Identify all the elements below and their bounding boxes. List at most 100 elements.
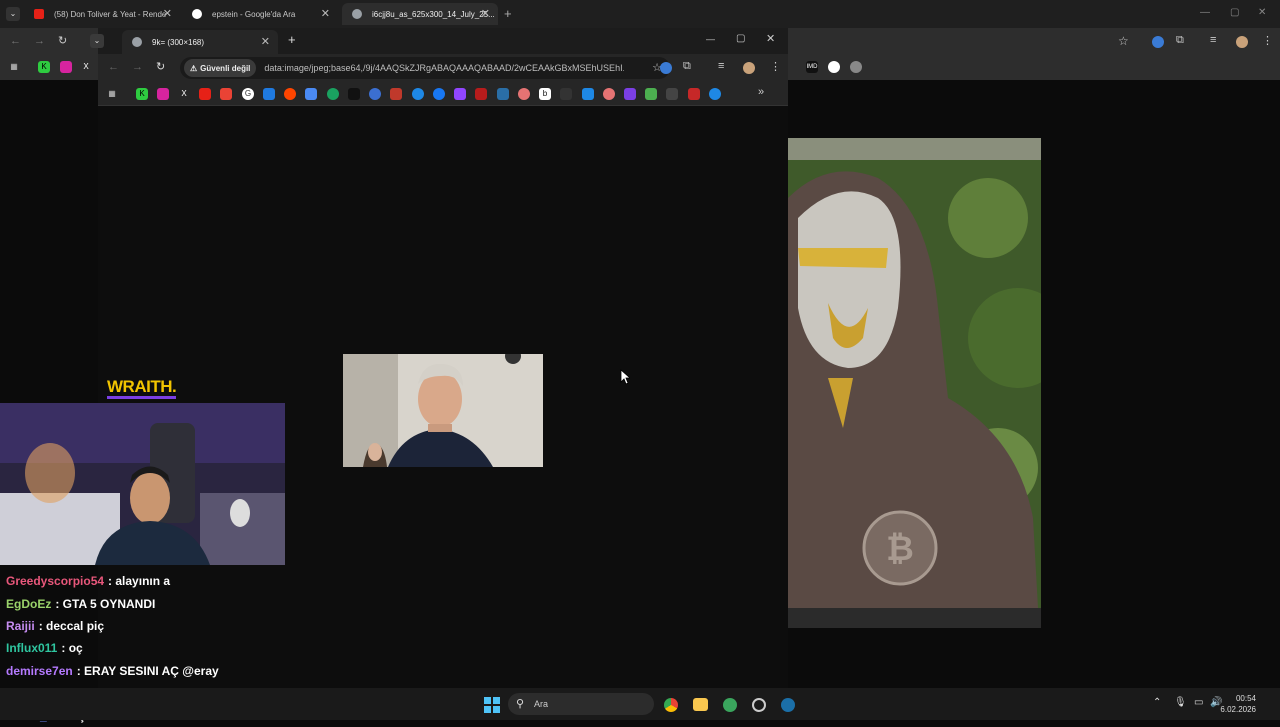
bookmark-icon[interactable] bbox=[412, 88, 424, 100]
media-icon[interactable]: ≡ bbox=[1210, 34, 1216, 46]
google-icon bbox=[192, 9, 202, 19]
clock-date: 6.02.2026 bbox=[1220, 705, 1256, 714]
bookmark-icon[interactable] bbox=[709, 88, 721, 100]
reddit-icon[interactable] bbox=[284, 88, 296, 100]
chat-username[interactable]: Greedyscorpio54 bbox=[6, 574, 104, 588]
extension-icon[interactable] bbox=[660, 62, 672, 74]
youtube-icon[interactable] bbox=[199, 88, 211, 100]
instagram-icon[interactable] bbox=[157, 88, 169, 100]
reload-icon[interactable]: ↻ bbox=[156, 60, 165, 73]
close-icon[interactable]: ✕ bbox=[321, 7, 330, 20]
close-window-icon[interactable]: ✕ bbox=[766, 32, 775, 45]
media-icon[interactable]: ≡ bbox=[718, 60, 724, 72]
apps-icon[interactable]: ▦ bbox=[8, 61, 20, 73]
forward-arrow-icon[interactable]: → bbox=[34, 35, 45, 47]
tab-search-button[interactable]: ⌄ bbox=[90, 34, 104, 48]
bookmark-icon[interactable]: b bbox=[539, 88, 551, 100]
minimize-icon[interactable]: — bbox=[1200, 7, 1210, 18]
kick-icon[interactable]: K bbox=[38, 61, 50, 73]
chat-username[interactable]: demirse7en bbox=[6, 664, 73, 678]
menu-icon[interactable]: ⋮ bbox=[1262, 34, 1273, 47]
bookmark-icon[interactable] bbox=[645, 88, 657, 100]
profile-avatar[interactable] bbox=[743, 62, 755, 74]
close-icon[interactable]: ✕ bbox=[261, 35, 270, 48]
search-placeholder: Ara bbox=[534, 699, 549, 709]
back-arrow-icon[interactable]: ← bbox=[108, 61, 119, 73]
chat-username[interactable]: EgDoEz bbox=[6, 597, 51, 611]
chat-text: : deccal piç bbox=[38, 618, 105, 633]
apps-icon[interactable]: ▦ bbox=[106, 88, 118, 100]
tab-image[interactable]: i6cjj8u_as_625x300_14_July_25... ✕ bbox=[342, 3, 498, 25]
new-tab-button[interactable]: + bbox=[504, 6, 512, 21]
minimize-icon[interactable]: — bbox=[706, 34, 715, 44]
star-icon[interactable]: ☆ bbox=[1118, 34, 1129, 48]
taskbar-search-input[interactable]: ⚲ Ara bbox=[508, 693, 654, 715]
windows-start-icon[interactable] bbox=[484, 697, 500, 713]
bookmark-icon[interactable] bbox=[666, 88, 678, 100]
steam-icon[interactable] bbox=[781, 698, 795, 712]
bookmark-icon[interactable] bbox=[582, 88, 594, 100]
close-window-icon[interactable]: ✕ bbox=[1258, 7, 1266, 18]
folder-icon[interactable] bbox=[693, 698, 708, 711]
bookmark-icon[interactable] bbox=[560, 88, 572, 100]
bookmark-icon[interactable] bbox=[497, 88, 509, 100]
bookmark-icon[interactable] bbox=[688, 88, 700, 100]
chat-text: : oç bbox=[61, 641, 83, 656]
puzzle-icon[interactable]: ⧉ bbox=[683, 60, 691, 73]
menu-icon[interactable]: ⋮ bbox=[770, 60, 781, 73]
bookmark-icon[interactable] bbox=[603, 88, 615, 100]
popup-bookmarks-bar: ▦ K X G b » bbox=[98, 82, 788, 106]
bookmark-icon[interactable] bbox=[475, 88, 487, 100]
maximize-icon[interactable]: ▢ bbox=[1230, 7, 1239, 18]
twitch-icon[interactable] bbox=[454, 88, 466, 100]
bookmark-icon[interactable] bbox=[369, 88, 381, 100]
security-chip[interactable]: ⚠ Güvenli değil bbox=[184, 59, 257, 77]
chat-username[interactable]: Raijii bbox=[6, 619, 35, 633]
bookmark-icon[interactable] bbox=[518, 88, 530, 100]
security-label: Güvenli değil bbox=[200, 63, 251, 73]
bookmark-icon[interactable] bbox=[850, 61, 862, 73]
kick-icon[interactable]: K bbox=[136, 88, 148, 100]
x-icon[interactable]: X bbox=[80, 61, 92, 73]
bookmark-icon[interactable] bbox=[390, 88, 402, 100]
instagram-icon[interactable] bbox=[60, 61, 72, 73]
bookmark-icon[interactable] bbox=[828, 61, 840, 73]
tab-data-image[interactable]: 9k= (300×168) ✕ bbox=[122, 30, 278, 54]
bookmark-icon[interactable] bbox=[624, 88, 636, 100]
network-icon[interactable]: ▭ bbox=[1194, 697, 1203, 708]
chevron-up-icon[interactable]: ⌃ bbox=[1153, 697, 1161, 708]
profile-avatar[interactable] bbox=[1236, 36, 1248, 48]
microphone-icon[interactable]: 🎙 bbox=[1174, 697, 1187, 708]
bookmark-icon[interactable] bbox=[305, 88, 317, 100]
bookmark-icon[interactable] bbox=[348, 88, 360, 100]
google-icon[interactable]: G bbox=[242, 88, 254, 100]
gmail-icon[interactable] bbox=[220, 88, 232, 100]
close-icon[interactable]: ✕ bbox=[481, 7, 490, 20]
popup-toolbar: ← → ↻ ⚠ Güvenli değil data:image/jpeg;ba… bbox=[98, 54, 788, 82]
bookmark-icon[interactable] bbox=[263, 88, 275, 100]
facebook-icon[interactable] bbox=[433, 88, 445, 100]
chat-username[interactable]: Influx011 bbox=[6, 641, 57, 655]
app-icon[interactable] bbox=[752, 698, 766, 712]
warning-icon: ⚠ bbox=[190, 63, 198, 73]
back-arrow-icon[interactable]: ← bbox=[10, 35, 21, 47]
x-icon[interactable]: X bbox=[178, 88, 190, 100]
tab-search-button[interactable]: ⌄ bbox=[6, 7, 20, 21]
extension-icon[interactable] bbox=[1152, 36, 1164, 48]
puzzle-icon[interactable]: ⧉ bbox=[1176, 34, 1184, 47]
new-tab-button[interactable]: + bbox=[288, 32, 296, 47]
more-bookmarks-icon[interactable]: » bbox=[758, 86, 764, 98]
system-clock[interactable]: 00:54 6.02.2026 bbox=[1220, 693, 1256, 715]
address-bar[interactable]: ⚠ Güvenli değil data:image/jpeg;base64,/… bbox=[180, 57, 670, 79]
bookmark-icon[interactable]: IMD bbox=[806, 61, 818, 73]
chrome-icon[interactable] bbox=[664, 698, 678, 712]
tab-google-search[interactable]: epstein - Google'da Ara ✕ bbox=[182, 3, 338, 25]
tab-youtube[interactable]: (58) Don Toliver & Yeat - Rende ✕ bbox=[24, 3, 180, 25]
close-icon[interactable]: ✕ bbox=[163, 7, 172, 20]
reload-icon[interactable]: ↻ bbox=[58, 34, 67, 47]
maximize-icon[interactable]: ▢ bbox=[736, 33, 745, 44]
app-icon[interactable] bbox=[723, 698, 737, 712]
forward-arrow-icon[interactable]: → bbox=[132, 61, 143, 73]
tab-title: 9k= (300×168) bbox=[152, 37, 205, 47]
bookmark-icon[interactable] bbox=[327, 88, 339, 100]
